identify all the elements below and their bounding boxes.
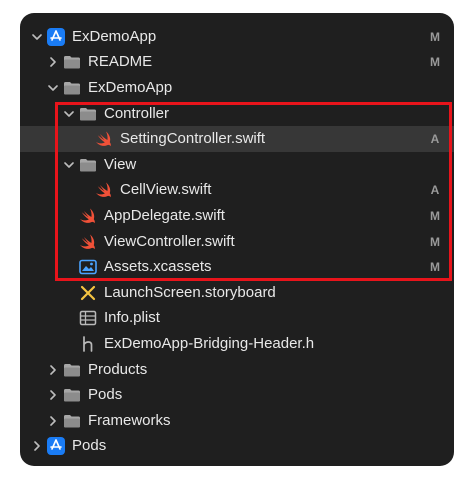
row-file-cellview[interactable]: CellView.swift A <box>20 178 454 204</box>
row-label: View <box>104 155 137 173</box>
row-label: ExDemoApp-Bridging-Header.h <box>104 334 315 352</box>
plist-icon <box>79 309 97 327</box>
chevron-right-icon[interactable] <box>47 364 59 376</box>
row-label: Assets.xcassets <box>104 258 212 276</box>
swift-file-icon <box>79 233 97 251</box>
row-file-settingcontroller[interactable]: SettingController.swift A <box>20 126 454 152</box>
chevron-down-icon[interactable] <box>31 31 43 43</box>
row-label: Pods <box>88 386 123 404</box>
row-label: ExDemoApp <box>88 78 173 96</box>
asset-catalog-icon <box>79 258 97 276</box>
row-file-infoplist[interactable]: Info.plist <box>20 306 454 332</box>
row-folder-frameworks[interactable]: Frameworks <box>20 408 454 434</box>
row-label: Pods <box>72 437 107 455</box>
status-badge: M <box>430 29 440 44</box>
row-folder-exdemoapp[interactable]: ExDemoApp <box>20 75 454 101</box>
row-label: ExDemoApp <box>72 27 157 45</box>
folder-icon <box>79 156 97 174</box>
swift-file-icon <box>79 207 97 225</box>
status-badge: M <box>430 208 440 223</box>
row-folder-readme[interactable]: README M <box>20 50 454 76</box>
row-label: CellView.swift <box>120 181 212 199</box>
row-label: Products <box>88 360 148 378</box>
row-label: ViewController.swift <box>104 232 235 250</box>
swift-file-icon <box>95 181 113 199</box>
row-folder-controller[interactable]: Controller <box>20 101 454 127</box>
swift-file-icon <box>95 130 113 148</box>
project-navigator: ExDemoApp M README M ExDemoApp Controlle… <box>20 13 454 466</box>
chevron-right-icon[interactable] <box>47 389 59 401</box>
status-badge: M <box>430 234 440 249</box>
folder-icon <box>63 53 81 71</box>
row-file-appdelegate[interactable]: AppDelegate.swift M <box>20 203 454 229</box>
row-folder-products[interactable]: Products <box>20 357 454 383</box>
row-label: Frameworks <box>88 411 171 429</box>
row-label: Controller <box>104 104 170 122</box>
chevron-down-icon[interactable] <box>47 82 59 94</box>
chevron-right-icon[interactable] <box>31 440 43 452</box>
folder-icon <box>63 386 81 404</box>
storyboard-icon <box>79 284 97 302</box>
chevron-down-icon[interactable] <box>63 159 75 171</box>
header-file-icon <box>79 335 97 353</box>
chevron-right-icon[interactable] <box>47 56 59 68</box>
folder-icon <box>63 361 81 379</box>
app-project-icon <box>47 27 65 46</box>
row-project-exdemoapp[interactable]: ExDemoApp M <box>20 24 454 50</box>
row-file-viewcontroller[interactable]: ViewController.swift M <box>20 229 454 255</box>
row-file-bridging-header[interactable]: ExDemoApp-Bridging-Header.h <box>20 331 454 357</box>
row-project-pods[interactable]: Pods <box>20 434 454 460</box>
row-label: Info.plist <box>104 309 160 327</box>
status-badge: A <box>430 132 440 147</box>
status-badge: M <box>430 55 440 70</box>
row-label: README <box>88 53 153 71</box>
status-badge: M <box>430 260 440 275</box>
row-folder-view[interactable]: View <box>20 152 454 178</box>
chevron-down-icon[interactable] <box>63 108 75 120</box>
row-folder-pods[interactable]: Pods <box>20 382 454 408</box>
status-badge: A <box>430 183 440 198</box>
row-label: AppDelegate.swift <box>104 206 225 224</box>
row-label: SettingController.swift <box>120 130 266 148</box>
chevron-right-icon[interactable] <box>47 415 59 427</box>
row-file-assets[interactable]: Assets.xcassets M <box>20 254 454 280</box>
folder-icon <box>63 79 81 97</box>
row-file-launchscreen[interactable]: LaunchScreen.storyboard <box>20 280 454 306</box>
folder-icon <box>63 412 81 430</box>
app-project-icon <box>47 437 65 456</box>
folder-icon <box>79 105 97 123</box>
row-label: LaunchScreen.storyboard <box>104 283 276 301</box>
